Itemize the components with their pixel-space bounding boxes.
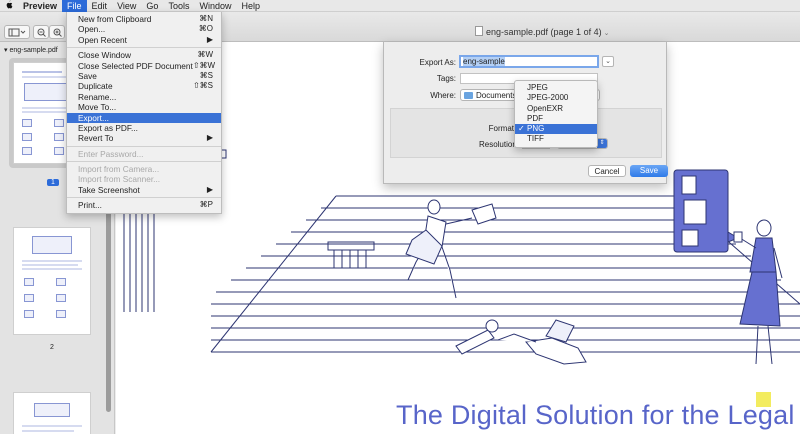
format-option-openexr[interactable]: OpenEXR: [515, 104, 597, 114]
export-as-label: Export As:: [419, 58, 456, 67]
menu-item-close-selected-pdf[interactable]: Close Selected PDF Document ⇧⌘W: [67, 61, 221, 71]
menu-file[interactable]: File: [62, 0, 87, 12]
menu-item-take-screenshot[interactable]: Take Screenshot ▶: [67, 185, 221, 195]
menu-item-export[interactable]: Export...: [67, 112, 221, 123]
submenu-arrow-icon: ▶: [206, 34, 213, 44]
menu-item-rename[interactable]: Rename...: [67, 92, 221, 102]
save-button[interactable]: Save: [630, 165, 668, 177]
menu-preview[interactable]: Preview: [18, 0, 62, 12]
apple-icon[interactable]: [0, 0, 18, 11]
format-option-jpeg-2000[interactable]: JPEG-2000: [515, 93, 597, 103]
menu-edit[interactable]: Edit: [87, 0, 113, 12]
document-headline: The Digital Solution for the Legal: [396, 400, 795, 430]
page-thumbnail-3[interactable]: [13, 392, 101, 434]
chevron-down-icon[interactable]: ⌄: [604, 30, 610, 37]
menu-item-duplicate[interactable]: Duplicate ⇧⌘S: [67, 81, 221, 91]
menu-item-open[interactable]: Open... ⌘O: [67, 24, 221, 34]
format-option-tiff[interactable]: TIFF: [515, 134, 597, 144]
page-number-2: 2: [50, 344, 54, 351]
format-option-png[interactable]: ✓ PNG: [515, 124, 597, 135]
zoom-in-icon[interactable]: [49, 25, 65, 39]
cancel-button[interactable]: Cancel: [588, 165, 626, 177]
pdf-file-icon: [475, 26, 483, 36]
menu-item-move-to[interactable]: Move To...: [67, 102, 221, 112]
select-arrows-icon: ⇕: [597, 139, 607, 148]
document-speech-bubble: [673, 169, 740, 253]
folder-icon: [464, 92, 473, 99]
menu-item-print[interactable]: Print... ⌘P: [67, 200, 221, 210]
format-option-jpeg[interactable]: JPEG: [515, 83, 597, 93]
expand-chevron-icon[interactable]: ⌄: [602, 56, 614, 67]
submenu-arrow-icon: ▶: [206, 133, 213, 143]
menu-separator: [67, 145, 221, 147]
menu-item-import-from-scanner: Import from Scanner...: [78, 174, 161, 185]
window-title: eng-sample.pdf (page 1 of 4) ⌄: [475, 26, 609, 37]
menu-window[interactable]: Window: [194, 0, 236, 12]
menu-item-revert-to[interactable]: Revert To ▶: [67, 133, 221, 143]
menu-item-save[interactable]: Save ⌘S: [67, 71, 221, 81]
thumbnail-image: [13, 392, 91, 434]
zoom-out-icon[interactable]: [33, 25, 49, 39]
sidebar-toggle-button[interactable]: [4, 25, 30, 39]
page-number-1: 1: [47, 179, 59, 186]
reclining-man-figure: [455, 319, 587, 365]
sidebar-document-name[interactable]: ▾ eng-sample.pdf: [4, 46, 58, 54]
format-label: Format: [488, 124, 514, 133]
menu-help[interactable]: Help: [236, 0, 265, 12]
file-menu-dropdown: New from Clipboard ⌘N Open... ⌘O Open Rece…: [66, 12, 222, 214]
menu-item-enter-password: Enter Password...: [78, 148, 144, 159]
page-thumbnail-2[interactable]: [13, 227, 101, 335]
menu-tools[interactable]: Tools: [163, 0, 194, 12]
menu-item-export-as-pdf[interactable]: Export as PDF...: [67, 123, 221, 133]
menu-separator: [67, 47, 221, 49]
submenu-arrow-icon: ▶: [206, 184, 213, 194]
menu-separator: [67, 197, 221, 199]
menu-item-close-window[interactable]: Close Window ⌘W: [67, 50, 221, 60]
menu-go[interactable]: Go: [141, 0, 163, 12]
menu-view[interactable]: View: [112, 0, 141, 12]
thumbnail-image: [13, 227, 91, 335]
export-as-input[interactable]: eng-sample: [459, 55, 599, 68]
format-option-pdf[interactable]: PDF: [515, 114, 597, 124]
highlight-square: [756, 392, 771, 407]
checkmark-icon: ✓: [518, 124, 525, 134]
menu-bar: Preview File Edit View Go Tools Window H…: [0, 0, 800, 12]
resolution-label: Resolution:: [478, 140, 519, 149]
menu-separator: [67, 161, 221, 163]
format-dropdown-list: JPEG JPEG-2000 OpenEXR PDF ✓ PNG TIFF: [514, 80, 598, 148]
menu-item-import-from-camera: Import from Camera...: [78, 164, 160, 175]
tags-label: Tags:: [436, 74, 456, 83]
menu-item-new-from-clipboard[interactable]: New from Clipboard ⌘N: [67, 14, 221, 24]
menu-item-open-recent[interactable]: Open Recent ▶: [67, 35, 221, 45]
walking-woman-figure: [405, 199, 497, 299]
where-label: Where:: [430, 91, 456, 100]
